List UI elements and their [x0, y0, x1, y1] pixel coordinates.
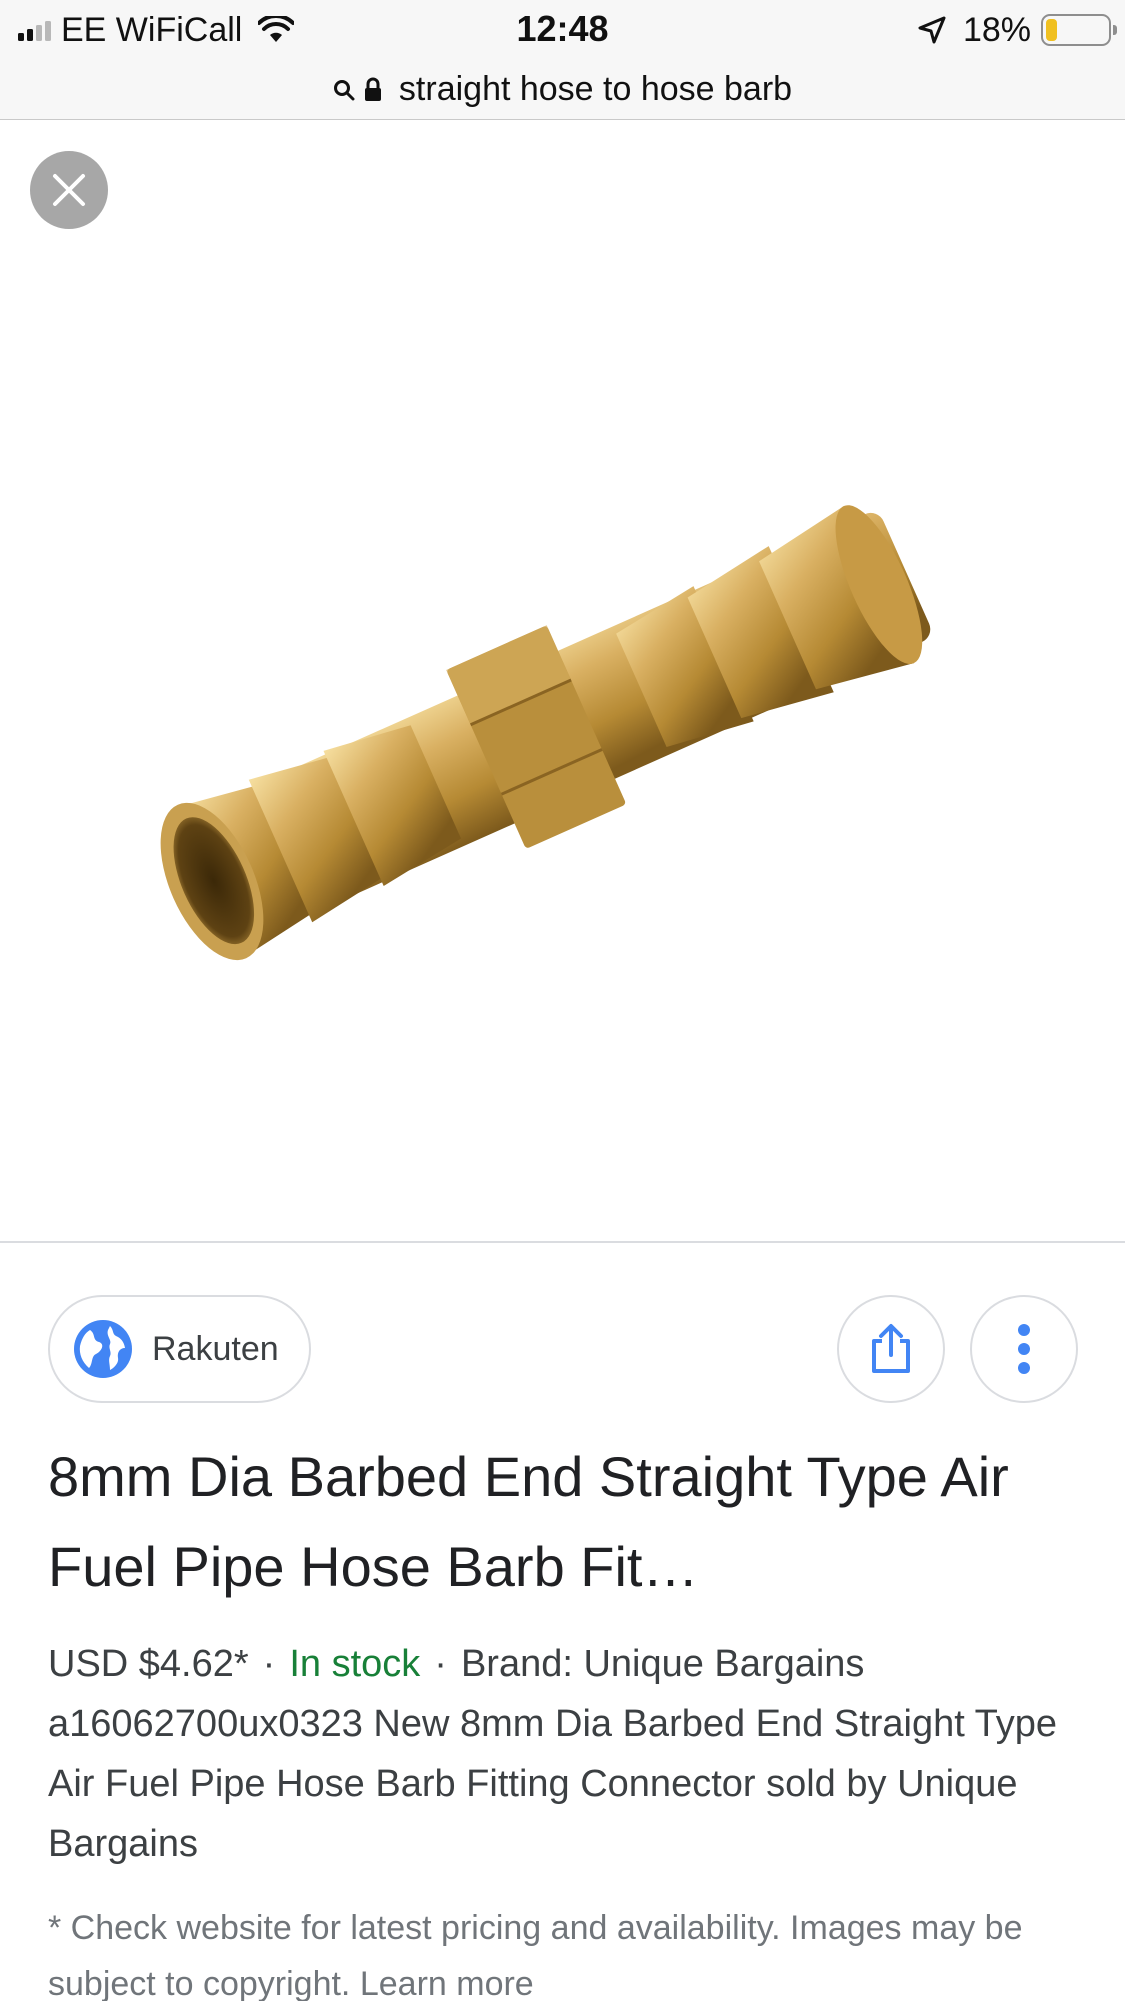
separator: ·: [434, 1643, 447, 1685]
image-viewer: [0, 121, 1125, 1243]
battery-percent: 18%: [962, 10, 1031, 49]
separator: ·: [262, 1643, 276, 1685]
disclaimer: * Check website for latest pricing and a…: [48, 1900, 1088, 2001]
status-right: 18%: [917, 10, 1117, 50]
close-icon: [53, 174, 85, 206]
product-description: a16062700ux0323 New 8mm Dia Barbed End S…: [48, 1703, 1058, 1865]
source-label: Rakuten: [152, 1329, 279, 1368]
product-title[interactable]: 8mm Dia Barbed End Straight Type Air Fue…: [48, 1432, 1078, 1612]
status-bar: EE WiFiCall 12:48 18%: [0, 0, 1125, 60]
search-icon: [333, 79, 355, 100]
more-options-button[interactable]: [970, 1295, 1078, 1403]
product-brand: Brand: Unique Bargains: [460, 1643, 865, 1685]
battery-level-fill: [1046, 19, 1057, 41]
location-arrow-icon: [918, 16, 946, 44]
stock-status: In stock: [289, 1643, 421, 1685]
search-query: straight hose to hose barb: [398, 70, 793, 108]
product-price: USD $4.62*: [48, 1643, 249, 1685]
product-meta: USD $4.62* · In stock · Brand: Unique Bargai…: [48, 1634, 1088, 1874]
learn-more-link[interactable]: Learn more: [360, 1965, 534, 2001]
more-vertical-icon: [1018, 1324, 1030, 1374]
share-button[interactable]: [837, 1295, 945, 1403]
url-bar[interactable]: straight hose to hose barb: [0, 60, 1125, 120]
globe-icon: [74, 1320, 132, 1378]
close-button[interactable]: [30, 151, 108, 229]
disclaimer-text: * Check website for latest pricing and a…: [48, 1909, 1023, 2001]
product-image[interactable]: [80, 371, 1040, 1091]
lock-icon: [364, 77, 381, 101]
share-icon: [872, 1324, 910, 1373]
battery-icon: [1041, 14, 1117, 46]
source-chip-rakuten[interactable]: Rakuten: [48, 1295, 311, 1403]
